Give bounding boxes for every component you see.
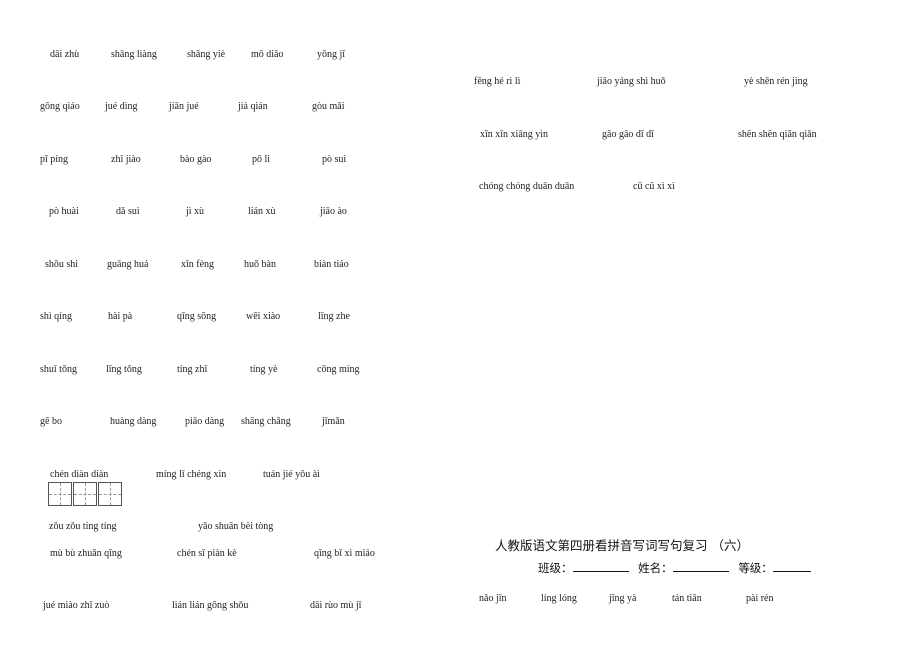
worksheet-page: dāi zhù shāng liàng shāng yiè mō diāo yō…	[0, 0, 920, 651]
pinyin-word: cū cū xì xì	[633, 181, 675, 192]
pinyin-word: tíng yè	[250, 364, 278, 375]
pinyin-word: gōng qiáo	[40, 101, 80, 112]
class-label: 班级：	[538, 561, 573, 575]
pinyin-word: zhǐ jiào	[111, 154, 141, 165]
pinyin-word: mō diāo	[251, 49, 284, 60]
pinyin-word: tán tiān	[672, 593, 702, 604]
pinyin-word: līng tǒng	[106, 364, 142, 375]
pinyin-word: nǎo jīn	[479, 593, 507, 604]
pinyin-word: bào gào	[180, 154, 212, 165]
pinyin-word: gòu mǎi	[312, 101, 345, 112]
pinyin-word: pò suì	[322, 154, 347, 165]
pinyin-word: qīng sōng	[177, 311, 217, 322]
pinyin-word: cōng míng	[317, 364, 360, 375]
pinyin-word: guāng huá	[107, 259, 149, 270]
pinyin-word: pī píng	[40, 154, 69, 165]
pinyin-word: biàn tiáo	[314, 259, 349, 270]
pinyin-word: jué miào zhī zuò	[43, 600, 110, 611]
pinyin-word: shāng chǎng	[241, 416, 291, 427]
pinyin-word: tíng zhǐ	[177, 364, 208, 375]
tian-zi-ge-cell	[48, 482, 72, 506]
pinyin-word: zǒu zǒu tíng tíng	[49, 521, 117, 532]
pinyin-word: shāng liàng	[111, 49, 157, 60]
pinyin-word: jīng yà	[609, 593, 637, 604]
pinyin-word: shōu shi	[45, 259, 79, 270]
pinyin-word: gē bo	[40, 416, 62, 427]
class-blank	[572, 561, 629, 572]
pinyin-word: shēn shēn qiǎn qiǎn	[738, 129, 817, 140]
grade-label: 等级：	[738, 561, 773, 575]
pinyin-word: chén diàn diàn	[50, 469, 109, 480]
pinyin-word: pō li	[252, 154, 271, 165]
student-info-fields: 班级： 姓名： 等级：	[538, 560, 811, 576]
pinyin-word: dāi zhù	[50, 49, 80, 60]
pinyin-word: huǒ bàn	[244, 259, 276, 270]
pinyin-word: míng lǐ chéng xìn	[156, 469, 227, 480]
pinyin-word: chóng chóng duān duān	[479, 181, 575, 192]
pinyin-word: jì xù	[186, 206, 205, 217]
pinyin-word: shì qíng	[40, 311, 72, 322]
pinyin-word: jīmǎn	[322, 416, 345, 427]
pinyin-word: jiāo yáng shì huǒ	[597, 76, 666, 87]
pinyin-word: līng zhe	[318, 311, 350, 322]
pinyin-word: jiān jué	[169, 101, 199, 112]
pinyin-word: yè shēn rén jìng	[744, 76, 808, 87]
pinyin-word: hài pà	[108, 311, 133, 322]
pinyin-word: líng lóng	[541, 593, 577, 604]
pinyin-word: xīn fèng	[181, 259, 215, 270]
pinyin-word: lián xù	[248, 206, 276, 217]
pinyin-word: fēng hé rì lì	[474, 76, 521, 87]
tian-zi-ge-cell	[98, 482, 122, 506]
pinyin-word: jiāo ào	[320, 206, 347, 217]
pinyin-word: wēi xiào	[246, 311, 281, 322]
pinyin-word: dǎ suì	[116, 206, 140, 217]
pinyin-word: lián lián gōng shǒu	[172, 600, 249, 611]
pinyin-word: huàng dàng	[110, 416, 157, 427]
name-label: 姓名：	[638, 561, 673, 575]
pinyin-word: dāi rùo mù jī	[310, 600, 362, 611]
pinyin-word: pài rén	[746, 593, 774, 604]
pinyin-word: shāng yiè	[187, 49, 226, 60]
pinyin-word: tuán jié yǒu ài	[263, 469, 320, 480]
pinyin-word: qīng bǐ xì miáo	[314, 548, 375, 559]
pinyin-word: piāo dàng	[185, 416, 225, 427]
pinyin-word: jué dìng	[105, 101, 138, 112]
name-blank	[672, 561, 729, 572]
pinyin-word: pò huài	[49, 206, 79, 217]
pinyin-word: yōng jǐ	[317, 49, 346, 60]
pinyin-word: chén sī piàn kè	[177, 548, 237, 559]
character-writing-grid	[48, 482, 122, 506]
pinyin-word: yǎo shuān bèi tòng	[198, 521, 274, 532]
pinyin-word: shuǐ tǒng	[40, 364, 77, 375]
pinyin-word: jià qián	[238, 101, 268, 112]
grade-blank	[772, 561, 811, 572]
tian-zi-ge-cell	[73, 482, 97, 506]
pinyin-word: xīn xīn xiāng yìn	[480, 129, 549, 140]
worksheet-title: 人教版语文第四册看拼音写词写句复习 （六）	[495, 538, 749, 553]
pinyin-word: gāo gāo dī dī	[602, 129, 654, 140]
pinyin-word: mù bù zhuǎn qīng	[50, 548, 122, 559]
